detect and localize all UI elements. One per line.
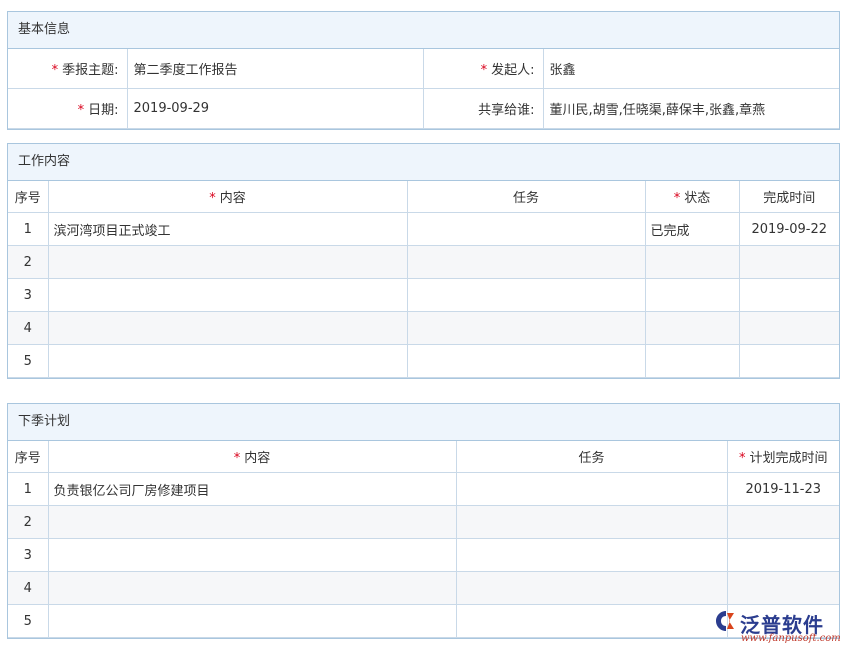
task-cell[interactable] xyxy=(455,538,728,572)
table-row: 2 xyxy=(8,505,839,539)
table-row: 1 负责银亿公司厂房修建项目 2019-11-23 xyxy=(8,472,839,506)
task-cell[interactable] xyxy=(455,571,728,605)
row-index: 3 xyxy=(8,538,49,572)
share-field[interactable]: 董川民,胡雪,任晓渠,薛保丰,张鑫,章燕 xyxy=(542,88,839,129)
col-status: * 状态 xyxy=(644,181,740,213)
table-row: 4 xyxy=(8,571,839,605)
col-content: * 内容 xyxy=(47,441,457,473)
table-row: 3 xyxy=(8,278,839,312)
done-time-cell[interactable] xyxy=(738,311,839,345)
content-cell[interactable]: 滨河湾项目正式竣工 xyxy=(47,212,408,246)
task-cell[interactable] xyxy=(455,604,728,638)
fanpu-logo-icon xyxy=(716,611,734,631)
work-content-panel: 工作内容 序号 * 内容 任务 * 状态 完成时间 1 滨河湾项目正式竣工 已完成 … xyxy=(7,143,840,379)
plan-time-cell[interactable] xyxy=(726,538,839,572)
share-label: 共享给谁: xyxy=(422,88,544,129)
col-plan-time: * 计划完成时间 xyxy=(726,441,839,473)
plan-time-cell[interactable]: 2019-11-23 xyxy=(726,472,839,506)
row-index: 4 xyxy=(8,311,49,345)
task-cell[interactable] xyxy=(406,344,646,378)
table-row: 1 滨河湾项目正式竣工 已完成 2019-09-22 xyxy=(8,212,839,246)
date-field[interactable]: 2019-09-29 xyxy=(126,88,424,129)
status-cell[interactable]: 已完成 xyxy=(644,212,740,246)
date-label: * 日期: xyxy=(8,88,128,129)
col-done-time: 完成时间 xyxy=(738,181,839,213)
table-row: 3 xyxy=(8,538,839,572)
content-cell[interactable] xyxy=(47,571,457,605)
done-time-cell[interactable]: 2019-09-22 xyxy=(738,212,839,246)
task-cell[interactable] xyxy=(455,505,728,539)
table-row: 4 xyxy=(8,311,839,345)
col-index: 序号 xyxy=(8,441,49,473)
status-cell[interactable] xyxy=(644,311,740,345)
done-time-cell[interactable] xyxy=(738,344,839,378)
task-cell[interactable] xyxy=(406,311,646,345)
content-cell[interactable] xyxy=(47,538,457,572)
content-cell[interactable]: 负责银亿公司厂房修建项目 xyxy=(47,472,457,506)
task-cell[interactable] xyxy=(406,212,646,246)
status-cell[interactable] xyxy=(644,344,740,378)
task-cell[interactable] xyxy=(455,472,728,506)
status-cell[interactable] xyxy=(644,245,740,279)
work-content-title: 工作内容 xyxy=(8,144,839,181)
done-time-cell[interactable] xyxy=(738,245,839,279)
basic-info-title: 基本信息 xyxy=(8,12,839,49)
work-content-table: 序号 * 内容 任务 * 状态 完成时间 1 滨河湾项目正式竣工 已完成 2019-… xyxy=(8,181,839,378)
table-row: 5 xyxy=(8,344,839,378)
fanpu-logo: 泛普软件 www.fanpusoft.com xyxy=(714,607,841,647)
row-index: 5 xyxy=(8,604,49,638)
row-index: 1 xyxy=(8,472,49,506)
status-cell[interactable] xyxy=(644,278,740,312)
plan-time-cell[interactable] xyxy=(726,571,839,605)
next-plan-panel: 下季计划 序号 * 内容 任务 * 计划完成时间 1 负责银亿公司厂房修建项目 20… xyxy=(7,403,840,639)
content-cell[interactable] xyxy=(47,344,408,378)
initiator-field[interactable]: 张鑫 xyxy=(542,49,839,89)
col-index: 序号 xyxy=(8,181,49,213)
row-index: 1 xyxy=(8,212,49,246)
plan-time-cell[interactable] xyxy=(726,505,839,539)
initiator-label: * 发起人: xyxy=(422,49,544,89)
done-time-cell[interactable] xyxy=(738,278,839,312)
content-cell[interactable] xyxy=(47,311,408,345)
row-index: 4 xyxy=(8,571,49,605)
task-cell[interactable] xyxy=(406,278,646,312)
task-cell[interactable] xyxy=(406,245,646,279)
table-row: 2 xyxy=(8,245,839,279)
basic-info-panel: 基本信息 * 季报主题: 第二季度工作报告 * 发起人: 张鑫 * 日期: 2019-… xyxy=(7,11,840,130)
next-plan-title: 下季计划 xyxy=(8,404,839,441)
content-cell[interactable] xyxy=(47,278,408,312)
col-task: 任务 xyxy=(406,181,646,213)
col-task: 任务 xyxy=(455,441,728,473)
subject-field[interactable]: 第二季度工作报告 xyxy=(126,49,424,89)
content-cell[interactable] xyxy=(47,245,408,279)
subject-label: * 季报主题: xyxy=(8,49,128,89)
row-index: 3 xyxy=(8,278,49,312)
col-content: * 内容 xyxy=(47,181,408,213)
row-index: 2 xyxy=(8,245,49,279)
row-index: 5 xyxy=(8,344,49,378)
logo-url: www.fanpusoft.com xyxy=(741,633,841,644)
content-cell[interactable] xyxy=(47,604,457,638)
content-cell[interactable] xyxy=(47,505,457,539)
basic-info-table: * 季报主题: 第二季度工作报告 * 发起人: 张鑫 * 日期: 2019-09-29… xyxy=(8,49,839,129)
row-index: 2 xyxy=(8,505,49,539)
